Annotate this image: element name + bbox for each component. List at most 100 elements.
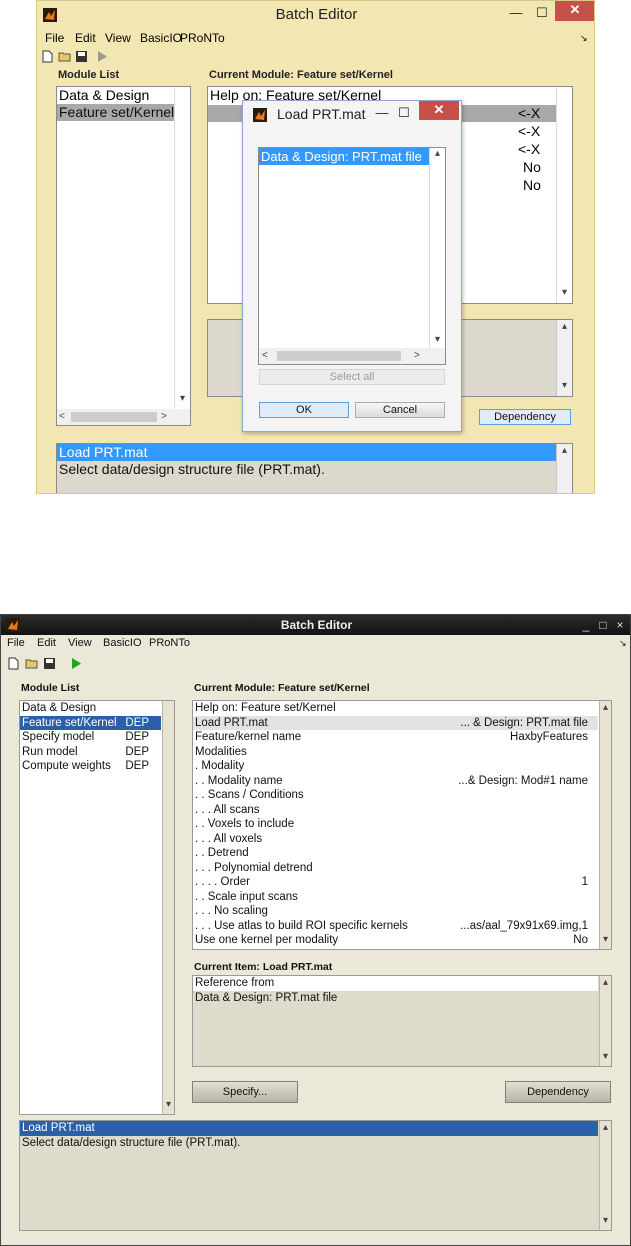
dependency-button[interactable]: Dependency [505,1081,611,1103]
scroll-up-icon[interactable]: ▴ [600,1122,611,1133]
message-vscroll[interactable]: ▴ [556,444,572,493]
menu-basicio[interactable]: BasicIO [140,30,182,47]
menu-view[interactable]: View [68,635,92,652]
menu-overflow-icon[interactable]: ↘ [580,30,588,47]
dialog-maximize-button[interactable]: ☐ [393,104,415,124]
scroll-right-icon[interactable]: > [414,350,420,361]
current-module-vscroll[interactable]: ▴ ▾ [599,701,611,949]
dependency-button[interactable]: Dependency [479,409,571,425]
title-bar[interactable]: Batch Editor — ☐ ✕ [37,1,594,30]
module-list-item[interactable]: Specify model DEP [20,730,161,745]
scroll-up-icon[interactable]: ▴ [557,445,572,456]
scroll-down-icon[interactable]: ▾ [430,334,445,345]
scroll-left-icon[interactable]: < [262,350,268,361]
ok-button[interactable]: OK [259,402,349,418]
dialog-close-button[interactable]: ✕ [419,101,459,120]
menu-overflow-icon[interactable]: ↘ [619,635,627,652]
menu-view[interactable]: View [105,30,131,47]
module-item-row[interactable]: . . . . Order 1 [193,875,598,890]
message-row-selected[interactable]: Load PRT.mat [57,444,556,461]
close-button[interactable]: × [613,617,627,633]
menu-file[interactable]: File [45,30,64,47]
scroll-up-icon[interactable]: ▴ [430,148,445,159]
dialog-minimize-button[interactable]: — [371,104,393,124]
module-list-item[interactable]: Compute weights DEP [20,759,161,774]
module-item-row[interactable]: Help on: Feature set/Kernel [193,701,598,716]
module-list-item-selected[interactable]: Feature set/Kernel DEP [20,715,161,730]
module-item-row[interactable]: Load PRT.mat ... & Design: PRT.mat file [193,715,598,730]
message-row[interactable]: Select data/design structure file (PRT.m… [57,461,572,478]
dialog-item-selected[interactable]: Data & Design: PRT.mat file [259,148,429,165]
module-list-vscroll[interactable]: ▾ [162,701,174,1114]
dialog-vscroll[interactable]: ▴ ▾ [429,148,445,348]
menu-basicio[interactable]: BasicIO [103,635,142,652]
module-item-row[interactable]: . . Voxels to include [193,817,598,832]
scroll-up-icon[interactable]: ▴ [557,321,572,332]
scroll-up-icon[interactable]: ▴ [600,702,611,713]
menu-edit[interactable]: Edit [75,30,96,47]
menu-file[interactable]: File [7,635,25,652]
scroll-down-icon[interactable]: ▾ [557,380,572,391]
module-item-row[interactable]: Feature/kernel name HaxbyFeatures [193,730,598,745]
current-item-vscroll[interactable]: ▴ ▾ [556,320,572,396]
module-item-row[interactable]: . . . All voxels [193,832,598,847]
module-item-row[interactable]: . . . No scaling [193,904,598,919]
module-list-item-selected[interactable]: Feature set/Kernel [57,104,190,121]
title-bar[interactable]: Batch Editor _ □ × [1,615,630,635]
minimize-button[interactable]: — [503,4,529,24]
open-folder-icon[interactable] [58,50,71,63]
current-item-line[interactable]: Data & Design: PRT.mat file [193,991,598,1006]
hscroll-thumb[interactable] [71,412,157,422]
menu-pronto[interactable]: PRoNTo [149,635,190,652]
module-list-vscroll[interactable]: ▾ [174,87,190,409]
module-list-item[interactable]: Data & Design [20,701,161,716]
dialog-title-bar[interactable]: Load PRT.mat — ☐ ✕ [243,101,461,129]
menu-edit[interactable]: Edit [37,635,56,652]
message-row[interactable]: Select data/design structure file (PRT.m… [20,1136,598,1151]
current-item-vscroll[interactable]: ▴ ▾ [599,976,611,1066]
scroll-left-icon[interactable]: < [59,411,65,422]
scroll-down-icon[interactable]: ▾ [557,287,572,298]
open-folder-icon[interactable] [25,657,38,670]
maximize-button[interactable]: □ [596,617,610,633]
run-icon[interactable] [95,50,108,63]
dialog-hscroll[interactable]: < > [259,348,445,364]
new-file-icon[interactable] [7,657,20,670]
module-item-row[interactable]: . . Scans / Conditions [193,788,598,803]
module-item-row[interactable]: . . Modality name ...& Design: Mod#1 name [193,774,598,789]
module-list-hscroll[interactable]: < > [57,409,190,425]
module-list-item[interactable]: Run model DEP [20,745,161,760]
save-icon[interactable] [75,50,88,63]
hscroll-thumb[interactable] [277,351,401,361]
scroll-down-icon[interactable]: ▾ [600,1051,611,1062]
module-item-row[interactable]: . . Scale input scans [193,890,598,905]
message-vscroll[interactable]: ▴ ▾ [599,1121,611,1230]
scroll-down-icon[interactable]: ▾ [175,393,190,404]
scroll-down-icon[interactable]: ▾ [600,934,611,945]
module-item-row[interactable]: . . Detrend [193,846,598,861]
select-all-button[interactable]: Select all [259,369,445,385]
module-item-row[interactable]: . Modality [193,759,598,774]
save-icon[interactable] [43,657,56,670]
module-item-row[interactable]: Modalities [193,745,598,760]
module-item-row[interactable]: Use one kernel per modality No [193,933,598,948]
menu-pronto[interactable]: PRoNTo [180,30,225,47]
scroll-down-icon[interactable]: ▾ [600,1215,611,1226]
scroll-up-icon[interactable]: ▴ [600,977,611,988]
minimize-button[interactable]: _ [579,617,593,633]
run-icon[interactable] [69,657,82,670]
module-item-row[interactable]: . . . Use atlas to build ROI specific ke… [193,919,598,934]
module-item-row[interactable]: . . . All scans [193,803,598,818]
module-item-row[interactable]: . . . Polynomial detrend [193,861,598,876]
specify-button[interactable]: Specify... [192,1081,298,1103]
close-button[interactable]: ✕ [555,1,594,21]
current-item-line[interactable]: Reference from [193,976,598,991]
message-row-selected[interactable]: Load PRT.mat [20,1121,598,1136]
current-module-vscroll[interactable]: ▾ [556,87,572,303]
maximize-button[interactable]: ☐ [529,4,555,24]
cancel-button[interactable]: Cancel [355,402,445,418]
module-list-item[interactable]: Data & Design [57,87,190,104]
scroll-right-icon[interactable]: > [161,411,167,422]
scroll-down-icon[interactable]: ▾ [163,1099,174,1110]
new-file-icon[interactable] [41,50,54,63]
